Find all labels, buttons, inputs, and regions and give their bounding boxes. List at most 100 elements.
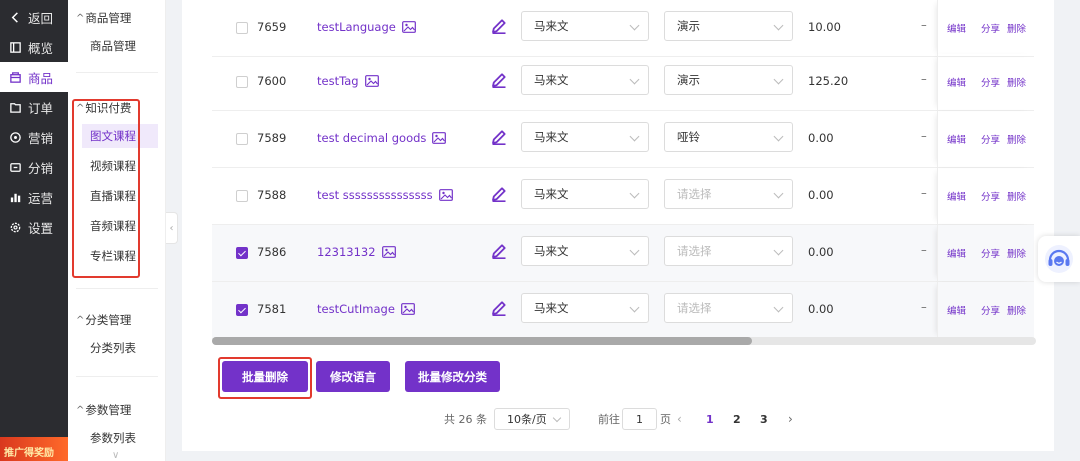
main-sidebar: 返回 概览 商品 订单 营销 分销 运营 设置 推广得奖励 [0, 0, 68, 461]
sidebar-item-settings[interactable]: 设置 [0, 212, 68, 242]
goods-name-link[interactable]: test sssssssssssssss [317, 188, 453, 202]
chevron-down-icon [773, 188, 784, 199]
group-category-management[interactable]: ^ 分类管理 [76, 312, 131, 328]
edit-link[interactable]: 编辑 [947, 303, 966, 317]
next-page-icon[interactable]: › [788, 408, 793, 430]
prev-page-icon[interactable]: ‹ [677, 408, 682, 430]
chevron-left-icon: ‹ [169, 222, 174, 234]
delete-link[interactable]: 删除 [1007, 303, 1026, 317]
category-select[interactable]: 哑铃 [664, 122, 793, 152]
goods-price: 0.00 [808, 188, 834, 202]
category-select[interactable]: 请选择 [664, 179, 793, 209]
sidebar-item-distribution[interactable]: 分销 [0, 152, 68, 182]
sidebar-item-goods[interactable]: 商品 [0, 62, 68, 92]
chevron-left-icon [8, 10, 22, 24]
chevron-down-icon [773, 20, 784, 31]
edit-link[interactable]: 编辑 [947, 132, 966, 146]
pencil-edit-icon[interactable] [490, 299, 508, 317]
image-icon[interactable] [381, 246, 396, 258]
change-language-button[interactable]: 修改语言 [316, 361, 390, 392]
row-checkbox[interactable] [236, 76, 248, 88]
row-checkbox[interactable] [236, 190, 248, 202]
page-number-3[interactable]: 3 [760, 408, 768, 430]
share-link[interactable]: 分享 [981, 246, 1000, 260]
category-select[interactable]: 请选择 [664, 293, 793, 323]
delete-link[interactable]: 删除 [1007, 189, 1026, 203]
row-checkbox[interactable] [236, 247, 248, 259]
share-link[interactable]: 分享 [981, 75, 1000, 89]
subnav-item-category-list[interactable]: 分类列表 [82, 336, 158, 360]
goods-id: 7581 [257, 302, 287, 316]
scrollbar-thumb[interactable] [212, 337, 752, 345]
sidebar-item-label: 概览 [28, 40, 54, 56]
promo-banner[interactable]: 推广得奖励 [0, 437, 68, 461]
table-row: 7588 test sssssssssssssss 马来文 请选择 0.00 – 编辑 分享删… [212, 168, 1034, 225]
pencil-edit-icon[interactable] [490, 185, 508, 203]
edit-link[interactable]: 编辑 [947, 75, 966, 89]
batch-change-category-button[interactable]: 批量修改分类 [405, 361, 500, 392]
page-number-2[interactable]: 2 [733, 408, 741, 430]
subnav-item-goods-management[interactable]: 商品管理 [82, 34, 158, 58]
row-checkbox[interactable] [236, 22, 248, 34]
subnav-item-param-list[interactable]: 参数列表 [82, 426, 158, 450]
language-select[interactable]: 马来文 [521, 11, 649, 41]
pencil-edit-icon[interactable] [490, 71, 508, 89]
goods-name-link[interactable]: 12313132 [317, 245, 396, 259]
page-size-select[interactable]: 10条/页 [494, 408, 570, 430]
sidebar-item-overview[interactable]: 概览 [0, 32, 68, 62]
goods-name-link[interactable]: testCutImage [317, 302, 415, 316]
horizontal-scrollbar[interactable] [212, 337, 1036, 345]
chevron-down-icon [629, 245, 640, 256]
goto-page-input[interactable]: 1 [622, 408, 657, 430]
share-link[interactable]: 分享 [981, 21, 1000, 35]
collapse-sidebar-handle[interactable]: ‹ [166, 212, 178, 244]
category-select[interactable]: 演示 [664, 65, 793, 95]
goods-name-link[interactable]: test decimal goods [317, 131, 447, 145]
delete-link[interactable]: 删除 [1007, 132, 1026, 146]
image-icon[interactable] [438, 189, 453, 201]
sidebar-item-label: 设置 [28, 220, 54, 236]
sidebar-item-marketing[interactable]: 营销 [0, 122, 68, 152]
share-link[interactable]: 分享 [981, 189, 1000, 203]
row-checkbox[interactable] [236, 133, 248, 145]
image-icon[interactable] [364, 75, 379, 87]
sidebar-item-label: 订单 [28, 100, 54, 116]
customer-support-button[interactable] [1038, 236, 1080, 282]
goods-price: 10.00 [808, 20, 841, 34]
back-button[interactable]: 返回 [0, 2, 68, 32]
share-link[interactable]: 分享 [981, 132, 1000, 146]
edit-link[interactable]: 编辑 [947, 246, 966, 260]
group-param-management[interactable]: ^ 参数管理 [76, 402, 131, 418]
delete-link[interactable]: 删除 [1007, 75, 1026, 89]
pencil-edit-icon[interactable] [490, 128, 508, 146]
language-select[interactable]: 马来文 [521, 236, 649, 266]
image-icon[interactable] [401, 303, 415, 315]
delete-link[interactable]: 删除 [1007, 21, 1026, 35]
delete-link[interactable]: 删除 [1007, 246, 1026, 260]
category-select[interactable]: 演示 [664, 11, 793, 41]
share-link[interactable]: 分享 [981, 303, 1000, 317]
language-select[interactable]: 马来文 [521, 65, 649, 95]
image-icon[interactable] [401, 21, 416, 33]
sidebar-item-operation[interactable]: 运营 [0, 182, 68, 212]
goods-name-link[interactable]: testTag [317, 74, 379, 88]
sidebar-item-label: 商品 [28, 70, 54, 86]
edit-link[interactable]: 编辑 [947, 189, 966, 203]
row-checkbox[interactable] [236, 304, 248, 316]
group-goods-management[interactable]: ^ 商品管理 [76, 10, 131, 26]
chevron-up-icon: ^ [76, 404, 85, 416]
language-select[interactable]: 马来文 [521, 122, 649, 152]
pencil-edit-icon[interactable] [490, 17, 508, 35]
image-icon[interactable] [432, 132, 447, 144]
language-select[interactable]: 马来文 [521, 293, 649, 323]
edit-link[interactable]: 编辑 [947, 21, 966, 35]
language-select[interactable]: 马来文 [521, 179, 649, 209]
pencil-edit-icon[interactable] [490, 242, 508, 260]
page-number-1[interactable]: 1 [706, 408, 714, 430]
goods-price: 0.00 [808, 245, 834, 259]
chevron-down-icon[interactable]: ∨ [112, 450, 119, 461]
goods-name-link[interactable]: testLanguage [317, 20, 416, 34]
sidebar-item-orders[interactable]: 订单 [0, 92, 68, 122]
goods-id: 7588 [257, 188, 287, 202]
category-select[interactable]: 请选择 [664, 236, 793, 266]
